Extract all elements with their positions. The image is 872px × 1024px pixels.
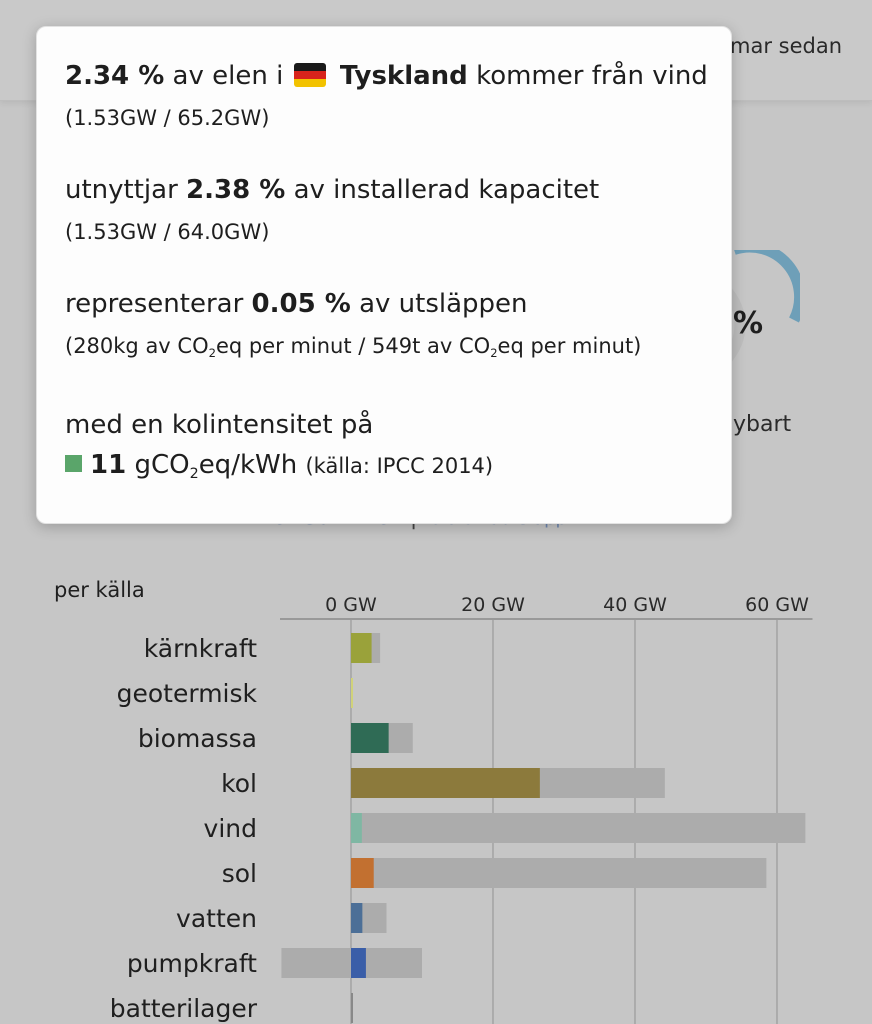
utilization-line: utnyttjar 2.38 % av installerad kapacite…	[65, 173, 703, 207]
emis-detail-1: (280kg av CO	[65, 334, 209, 358]
source-label-0: kärnkraft	[144, 634, 257, 663]
share-line: 2.34 % av elen i Tyskland kommer från vi…	[65, 59, 708, 93]
germany-flag-icon	[293, 63, 326, 87]
util-percent: 2.38 %	[186, 175, 286, 205]
tick-label-1: 20 GW	[461, 594, 525, 616]
intensity-color-swatch	[65, 455, 82, 473]
source-label-2: biomassa	[138, 724, 257, 753]
intensity-label: med en kolintensitet på	[65, 410, 374, 441]
production-bar-6	[351, 903, 363, 933]
share-text-1: av elen i	[172, 61, 284, 91]
source-label-7: pumpkraft	[127, 949, 257, 978]
production-bar-7	[351, 948, 366, 978]
tick-label-3: 60 GW	[745, 594, 809, 616]
tick-label-0: 0 GW	[325, 594, 377, 616]
share-text-2: kommer från vind	[476, 61, 708, 91]
emis-detail: (280kg av CO2eq per minut / 549t av CO2e…	[65, 331, 703, 368]
emis-percent: 0.05 %	[251, 289, 351, 319]
intensity-unit-2: eq/kWh	[198, 450, 298, 481]
last-updated-text: mar sedan	[730, 34, 843, 58]
source-label-4: vind	[204, 814, 257, 843]
emis-suffix: av utsläppen	[359, 289, 528, 319]
production-bar-1	[351, 678, 353, 708]
emis-detail-sub1: 2	[208, 346, 216, 361]
share-percent: 2.34 %	[65, 61, 165, 91]
source-label-6: vatten	[176, 904, 257, 933]
source-tooltip: 2.34 % av elen i Tyskland kommer från vi…	[36, 26, 732, 524]
emis-detail-sub2: 2	[490, 346, 498, 361]
production-bar-0	[351, 633, 372, 663]
capacity-bar-5	[351, 858, 767, 888]
util-prefix: utnyttjar	[65, 175, 178, 205]
production-bar-2	[351, 723, 389, 753]
source-label-3: kol	[221, 769, 257, 798]
intensity-value: 11	[90, 450, 127, 481]
intensity-block: med en kolintensitet på 11 gCO2eq/kWh (k…	[65, 408, 703, 491]
util-suffix: av installerad kapacitet	[293, 175, 600, 205]
share-detail: (1.53GW / 65.2GW)	[65, 106, 270, 130]
production-bar-4	[351, 813, 362, 843]
country-name: Tyskland	[339, 61, 468, 91]
production-bar-8	[351, 993, 353, 1023]
production-bar-5	[351, 858, 374, 888]
emissions-line: representerar 0.05 % av utsläppen	[65, 287, 703, 321]
source-label-5: sol	[222, 859, 257, 888]
emis-prefix: representerar	[65, 289, 244, 319]
intensity-source: (källa: IPCC 2014)	[305, 454, 494, 479]
emis-detail-3: eq per minut)	[497, 334, 642, 358]
emis-detail-2: eq per minut / 549t av CO	[215, 334, 491, 358]
capacity-bar-4	[351, 813, 806, 843]
tick-label-2: 40 GW	[603, 594, 667, 616]
gauge-label: ybart	[733, 412, 792, 437]
emissions-block: representerar 0.05 % av utsläppen (280kg…	[65, 287, 703, 368]
intensity-unit-1: gCO	[134, 450, 190, 481]
source-label-1: geotermisk	[117, 679, 258, 708]
intensity-unit-sub: 2	[189, 466, 199, 483]
intensity-line: 11 gCO2eq/kWh (källa: IPCC 2014)	[65, 448, 703, 491]
source-label-8: batterilager	[110, 994, 258, 1023]
production-bar-3	[351, 768, 540, 798]
gauge-percent: %	[733, 306, 764, 341]
util-detail: (1.53GW / 64.0GW)	[65, 220, 270, 244]
utilization-block: utnyttjar 2.38 % av installerad kapacite…	[65, 173, 703, 247]
share-block: 2.34 % av elen i Tyskland kommer från vi…	[65, 59, 708, 133]
production-chart: 0 GW 20 GW 40 GW 60 GW kärnkraft geotermisk bi…	[110, 594, 813, 1024]
